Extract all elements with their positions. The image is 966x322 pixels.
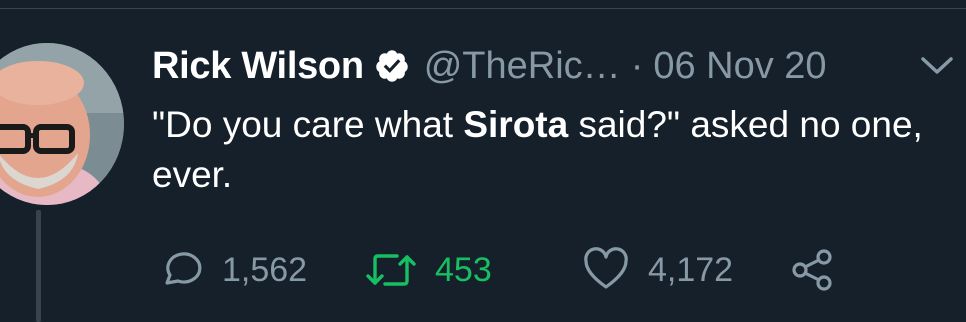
top-divider xyxy=(0,0,966,9)
tweet-header: Rick Wilson @TheRic… · 06 Nov 20 xyxy=(152,38,827,94)
reply-count: 1,562 xyxy=(222,250,308,289)
separator-dot: · xyxy=(630,44,644,87)
tweet-text: "Do you care what Sirota said?" asked no… xyxy=(152,100,964,200)
tweet-screen: Rick Wilson @TheRic… · 06 Nov 20 "Do you… xyxy=(0,0,966,322)
author-name[interactable]: Rick Wilson xyxy=(152,45,364,88)
action-bar: 1,562 453 4,172 xyxy=(0,246,966,294)
reply-button[interactable]: 1,562 xyxy=(158,246,307,294)
like-count: 4,172 xyxy=(648,250,734,289)
verified-badge-icon xyxy=(374,48,410,84)
retweet-arrows-icon xyxy=(366,254,416,286)
heart-icon xyxy=(584,247,628,289)
tweet-timestamp[interactable]: 06 Nov 20 xyxy=(653,45,826,88)
share-button[interactable] xyxy=(790,246,836,294)
share-icon xyxy=(792,249,832,291)
author-handle[interactable]: @TheRic… xyxy=(424,45,621,88)
speech-bubble-icon xyxy=(165,252,202,285)
tweet-text-bold: Sirota xyxy=(463,104,569,145)
retweet-count: 453 xyxy=(435,250,492,289)
avatar[interactable] xyxy=(0,43,124,205)
tweet-text-start: "Do you care what xyxy=(152,104,464,145)
retweet-button[interactable]: 453 xyxy=(365,246,492,294)
like-button[interactable]: 4,172 xyxy=(582,246,733,294)
chevron-down-icon[interactable] xyxy=(917,50,957,80)
avatar-portrait xyxy=(0,43,124,205)
